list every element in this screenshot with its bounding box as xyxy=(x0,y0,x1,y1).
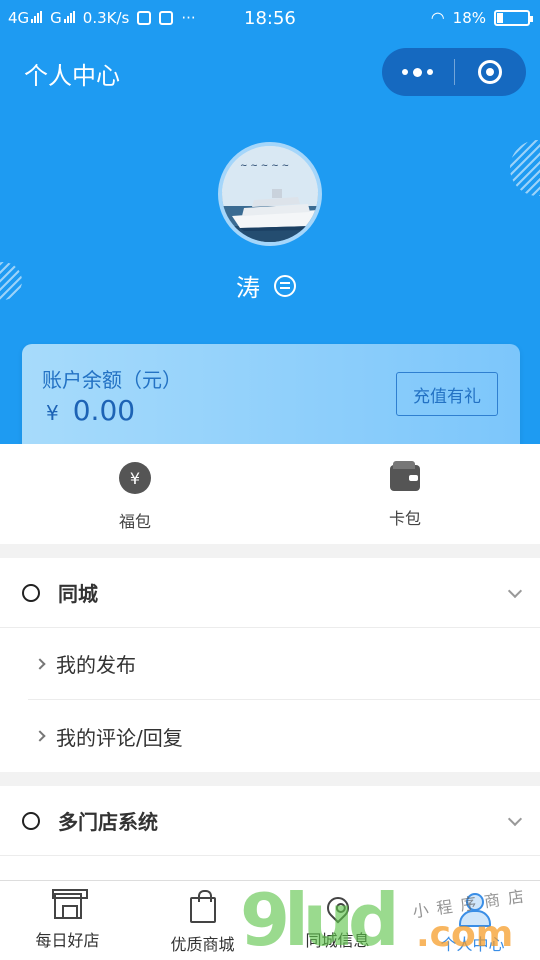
balance-label: 账户余额（元） xyxy=(42,368,182,392)
more-dots-icon xyxy=(402,67,434,77)
avatar[interactable]: ~ ~ ~ ~ ~ xyxy=(218,142,322,246)
mini-program-capsule xyxy=(382,48,526,96)
menu-item-my-comments[interactable]: 我的评论/回复 xyxy=(28,700,540,772)
menu-item-my-posts[interactable]: 我的发布 xyxy=(28,628,540,700)
network-speed: 0.3K/s xyxy=(82,9,130,27)
chevron-down-icon xyxy=(507,811,523,827)
status-right-group: ◠ 18% xyxy=(430,8,533,27)
red-packet-label: 福包 xyxy=(118,512,151,531)
app-notification-icon xyxy=(137,11,152,25)
section-title: 多门店系统 xyxy=(58,810,158,834)
red-packet-icon: ¥ xyxy=(119,462,151,494)
target-close-icon xyxy=(478,60,503,84)
status-time: 18:56 xyxy=(244,8,296,29)
circle-icon xyxy=(22,811,40,830)
section-title: 同城 xyxy=(58,582,98,606)
battery-percent: 18% xyxy=(452,8,486,27)
username-row: 涛 xyxy=(236,268,296,303)
decorative-stripes-left xyxy=(0,262,22,300)
tab-label: 同城信息 xyxy=(305,931,370,950)
page-title: 个人中心 xyxy=(24,62,120,90)
tab-label: 优质商城 xyxy=(170,935,235,954)
card-wallet-entry[interactable]: 卡包 xyxy=(270,444,540,544)
section-tongcheng: 同城 我的发布 我的评论/回复 xyxy=(0,558,540,772)
wallet-icon xyxy=(390,461,420,491)
person-icon xyxy=(458,893,491,927)
username: 涛 xyxy=(236,274,260,302)
tab-bar: 每日好店 优质商城 同城信息 个人中心 xyxy=(0,880,540,960)
status-left-group: 4G G 0.3K/s ··· xyxy=(8,9,196,27)
location-pin-icon xyxy=(321,892,354,924)
tab-label: 个人中心 xyxy=(440,935,505,954)
tab-personal-center[interactable]: 个人中心 xyxy=(405,881,540,960)
red-packet-entry[interactable]: ¥ 福包 xyxy=(0,444,270,544)
section-multi-store: 多门店系统 xyxy=(0,786,540,880)
wifi-icon: ◠ xyxy=(430,8,445,27)
menu-item-label: 我的发布 xyxy=(56,653,136,677)
recharge-button[interactable]: 充值有礼 xyxy=(396,372,498,416)
circle-icon xyxy=(22,583,40,602)
currency-symbol: ¥ xyxy=(46,401,59,425)
chevron-down-icon xyxy=(507,583,523,599)
balance-amount: 0.00 xyxy=(72,394,136,427)
mail-notification-icon xyxy=(159,11,174,25)
svg-text:~ ~ ~ ~ ~: ~ ~ ~ ~ ~ xyxy=(240,161,289,171)
chevron-right-icon xyxy=(34,730,46,742)
status-bar: 4G G 0.3K/s ··· 18:56 ◠ 18% xyxy=(0,0,540,36)
network-indicator-1: 4G xyxy=(8,9,43,27)
menu-item-label: 我的评论/回复 xyxy=(56,725,183,750)
close-mini-program-button[interactable] xyxy=(455,48,527,96)
shop-icon xyxy=(51,889,88,919)
tab-local-info[interactable]: 同城信息 xyxy=(270,881,405,960)
tab-daily-shops[interactable]: 每日好店 xyxy=(0,881,135,960)
network-indicator-2: G xyxy=(50,9,75,27)
wallet-row: ¥ 福包 卡包 xyxy=(0,444,540,544)
decorative-stripes-right xyxy=(510,140,540,196)
section-header-multi-store[interactable]: 多门店系统 xyxy=(0,786,540,856)
balance-value: ¥ 0.00 xyxy=(46,394,135,427)
section-header-tongcheng[interactable]: 同城 xyxy=(0,558,540,628)
more-options-button[interactable] xyxy=(382,48,454,96)
tab-quality-mall[interactable]: 优质商城 xyxy=(135,881,270,960)
cruise-ship-picture: ~ ~ ~ ~ ~ xyxy=(222,146,318,242)
battery-icon xyxy=(494,9,533,26)
chevron-right-icon xyxy=(34,658,46,670)
shopping-bag-icon xyxy=(189,890,216,923)
switch-account-icon[interactable] xyxy=(274,274,296,297)
more-notifications-icon: ··· xyxy=(181,9,196,27)
card-wallet-label: 卡包 xyxy=(388,509,421,528)
tab-label: 每日好店 xyxy=(35,931,100,950)
